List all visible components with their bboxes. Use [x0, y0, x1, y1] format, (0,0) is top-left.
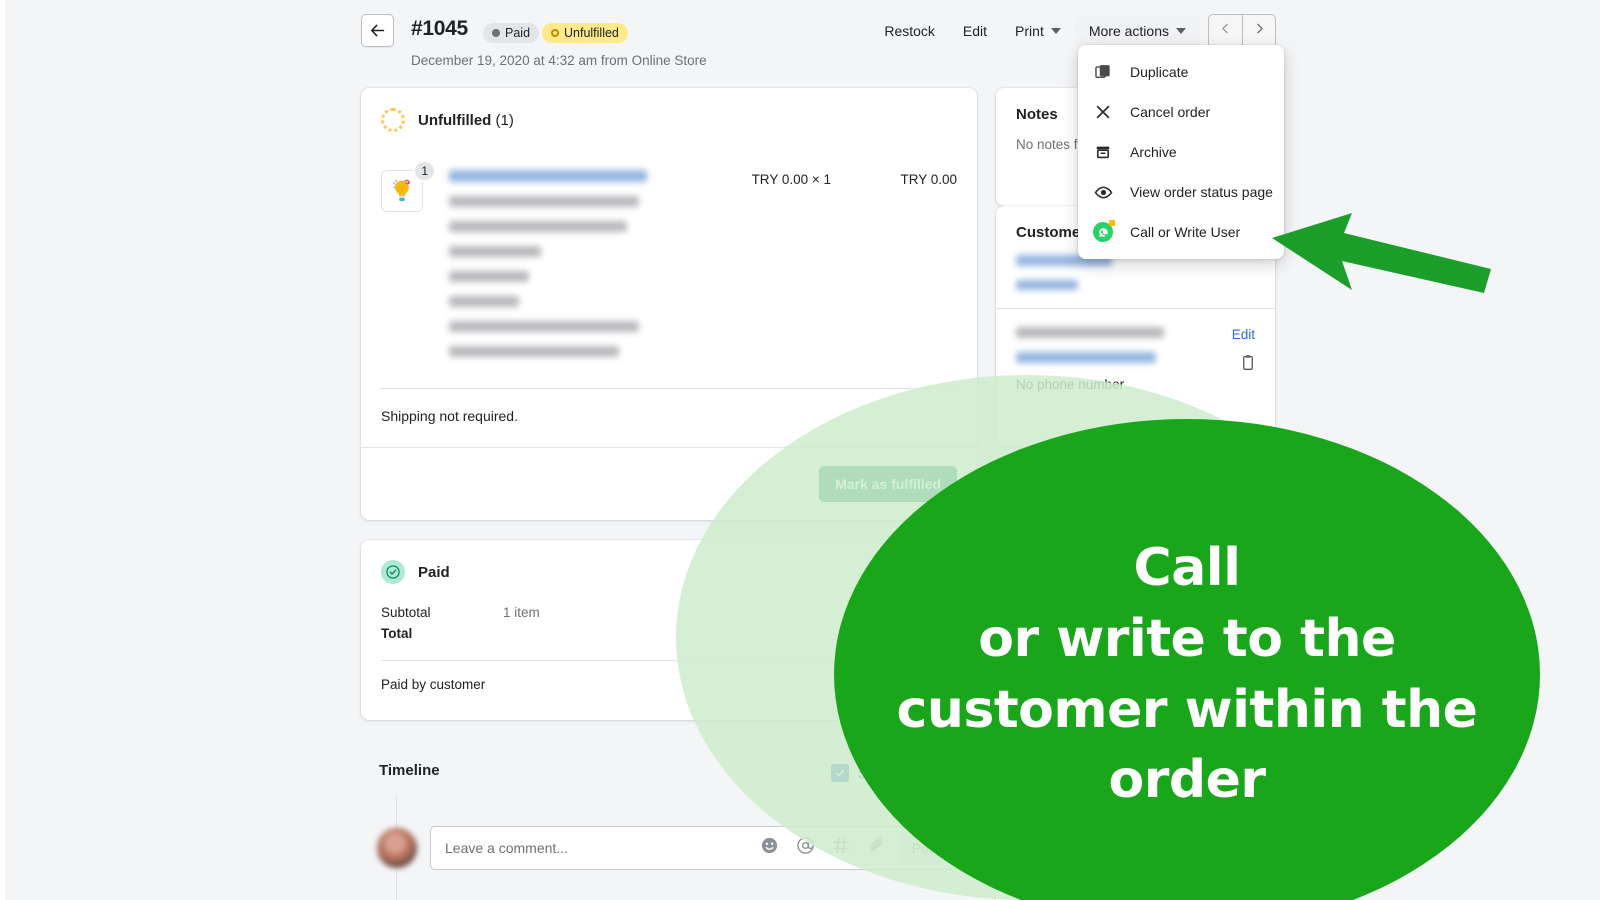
edit-contact-link[interactable]: Edit	[1232, 327, 1255, 342]
menu-item-cancel-order-label: Cancel order	[1130, 104, 1211, 120]
print-button[interactable]: Print	[1001, 15, 1075, 47]
callout-line-3: customer within the	[896, 679, 1478, 740]
comment-input[interactable]	[431, 840, 760, 856]
callout-line-1: Call	[1133, 538, 1241, 599]
line-item: 1 TRY 0.00 × 1 TRY 0.00	[381, 160, 957, 371]
check-circle-icon	[381, 560, 405, 584]
line-item-details-redacted	[449, 170, 957, 371]
header-actions: Restock Edit Print More actions	[870, 12, 1276, 49]
more-actions-button[interactable]: More actions	[1074, 14, 1200, 47]
menu-item-duplicate[interactable]: Duplicate	[1078, 52, 1284, 92]
timeline-title: Timeline	[379, 762, 440, 779]
page-title: #1045	[411, 17, 468, 40]
line-item-total: TRY 0.00	[900, 172, 957, 187]
more-actions-menu: Duplicate Cancel order Archive View orde…	[1078, 45, 1284, 259]
edit-label: Edit	[962, 22, 988, 39]
contact-email-redacted[interactable]	[1016, 352, 1156, 363]
line-item-product-link[interactable]	[449, 170, 647, 182]
restock-label: Restock	[884, 22, 935, 39]
chevron-right-icon	[1253, 22, 1266, 40]
next-order-button[interactable]	[1242, 13, 1276, 48]
dotted-circle-icon	[381, 108, 405, 132]
menu-item-call-or-write-user-label: Call or Write User	[1130, 224, 1241, 240]
order-pagination	[1208, 13, 1276, 48]
arrow-left-icon	[369, 22, 386, 39]
status-badge-paid-label: Paid	[505, 25, 531, 40]
archive-box-icon	[1092, 141, 1114, 163]
total-label: Total	[381, 626, 413, 641]
menu-item-view-order-status-page-label: View order status page	[1130, 184, 1273, 200]
callout-bubble: Call or write to the customer within the…	[834, 419, 1540, 900]
paid-by-customer-label: Paid by customer	[381, 677, 486, 692]
restock-button[interactable]: Restock	[870, 15, 949, 47]
copy-icon[interactable]	[1241, 354, 1255, 376]
fulfillment-header: Unfulfilled (1)	[361, 88, 977, 132]
fulfillment-count: (1)	[495, 111, 514, 129]
fulfillment-title-text: Unfulfilled	[418, 111, 492, 129]
callout-line-4: order	[1108, 750, 1266, 811]
menu-item-view-order-status-page[interactable]: View order status page	[1078, 172, 1284, 212]
arrow-left-annotation	[1270, 205, 1495, 315]
avatar	[377, 828, 417, 868]
menu-item-archive[interactable]: Archive	[1078, 132, 1284, 172]
line-item-quantity-badge: 1	[413, 160, 436, 182]
left-gutter	[0, 0, 5, 900]
menu-item-call-or-write-user[interactable]: Call or Write User	[1078, 212, 1284, 252]
whatsapp-icon	[1092, 220, 1115, 243]
chevron-down-icon	[1050, 27, 1061, 34]
subtotal-label: Subtotal	[381, 605, 431, 620]
edit-button[interactable]: Edit	[949, 15, 1001, 47]
status-badge-unfulfilled-label: Unfulfilled	[564, 25, 619, 40]
status-badge-paid: Paid	[483, 23, 540, 43]
print-label: Print	[1015, 22, 1044, 39]
chevron-left-icon	[1219, 22, 1232, 40]
callout-line-2: or write to the	[978, 608, 1396, 669]
more-actions-label: More actions	[1088, 22, 1169, 39]
contact-heading-redacted	[1016, 327, 1164, 338]
order-timestamp: December 19, 2020 at 4:32 am from Online…	[411, 53, 707, 68]
line-item-unit-price: TRY 0.00 × 1	[751, 172, 831, 187]
eye-icon	[1092, 181, 1114, 203]
close-x-icon	[1092, 101, 1114, 123]
line-item-thumbnail: 1	[381, 160, 436, 212]
menu-item-archive-label: Archive	[1130, 144, 1177, 160]
previous-order-button[interactable]	[1208, 13, 1242, 48]
chevron-down-icon	[1176, 27, 1186, 34]
menu-item-duplicate-label: Duplicate	[1130, 64, 1189, 80]
fulfillment-title: Unfulfilled (1)	[418, 112, 514, 129]
menu-item-cancel-order[interactable]: Cancel order	[1078, 92, 1284, 132]
emoji-icon[interactable]	[760, 836, 779, 860]
callout-text: Call or write to the customer within the…	[883, 533, 1492, 816]
customer-orders-link[interactable]	[1016, 280, 1078, 290]
duplicate-icon	[1092, 61, 1114, 83]
status-badge-unfulfilled: Unfulfilled	[542, 23, 628, 43]
filled-dot-icon	[492, 29, 500, 37]
screen-root: #1045 Paid Unfulfilled December 19, 2020…	[0, 0, 1600, 900]
payment-title: Paid	[418, 563, 450, 581]
back-button[interactable]	[361, 14, 394, 47]
ring-dot-icon	[551, 29, 559, 37]
